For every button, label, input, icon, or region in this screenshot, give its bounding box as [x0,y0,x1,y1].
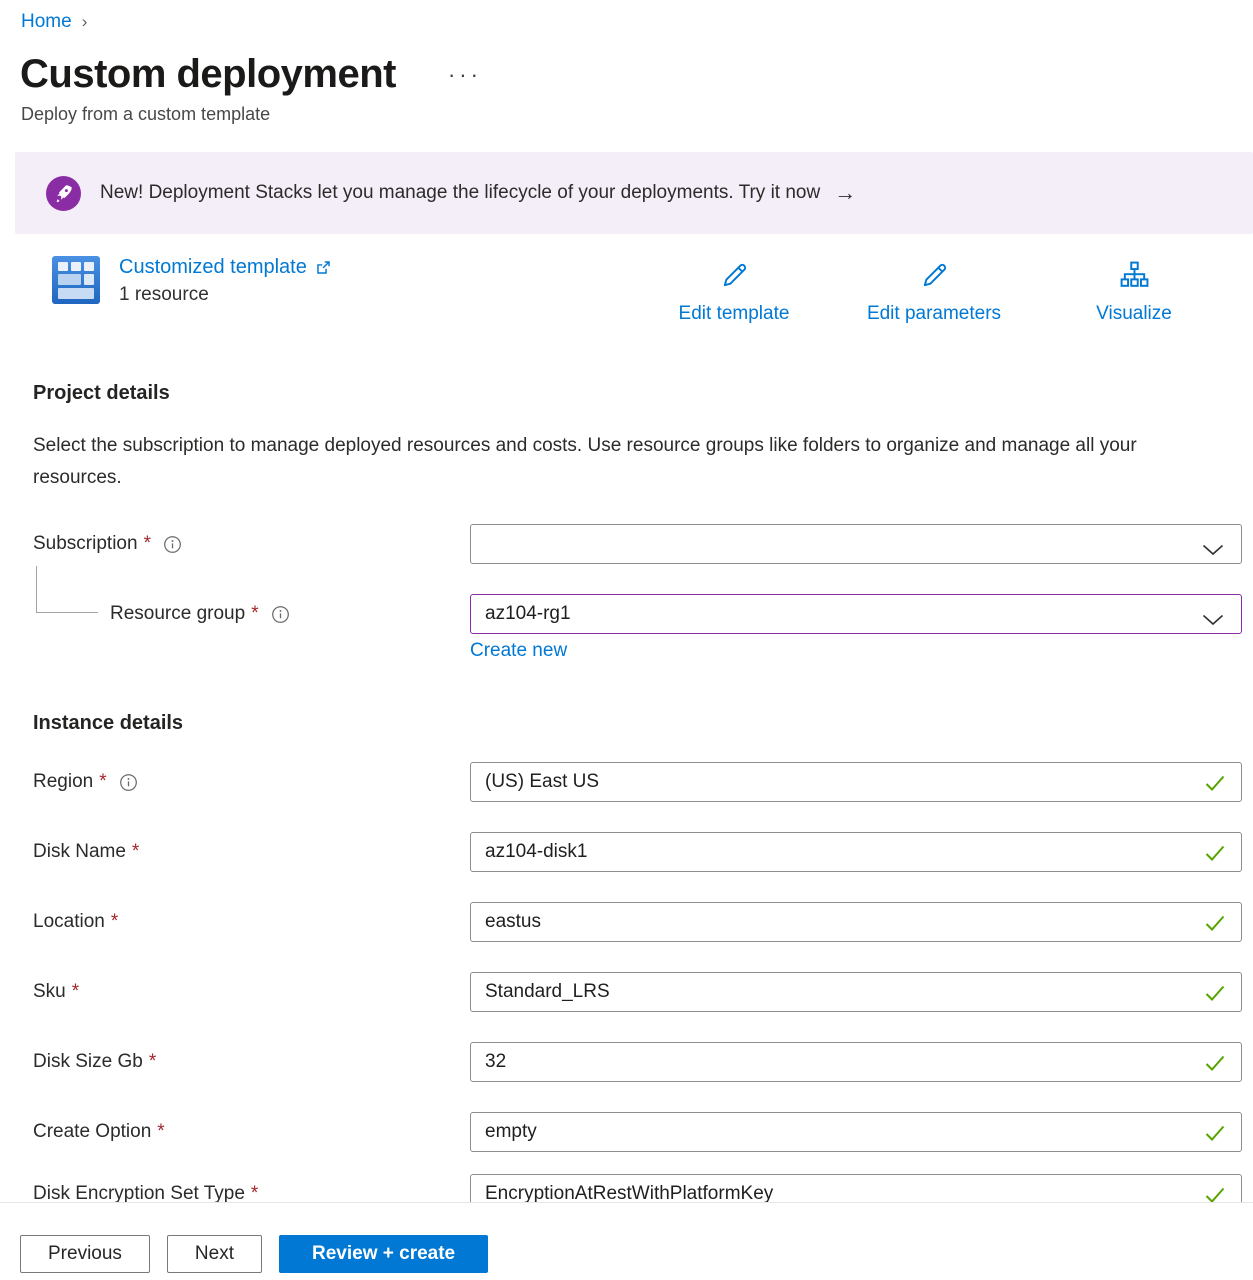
field-row-create-option: Create Option * empty [33,1112,1253,1152]
required-marker: * [99,771,106,793]
valid-check-icon [1205,775,1225,797]
required-marker: * [149,1051,156,1073]
resource-group-label: Resource group [110,603,245,625]
field-row-region: Region * (US) East US [33,762,1253,802]
hierarchy-connector-line [36,566,98,613]
arrow-right-icon: → [834,180,856,206]
wizard-footer: Previous Next Review + create [0,1202,1253,1280]
subscription-label: Subscription [33,533,138,555]
page-title: Custom deployment [20,52,396,97]
valid-check-icon [1205,985,1225,1007]
field-row-resource-group: Resource group * az104-rg1 [33,594,1253,634]
project-details-description: Select the subscription to manage deploy… [33,430,1183,494]
create-option-label: Create Option [33,1121,151,1143]
deployment-stacks-banner[interactable]: New! Deployment Stacks let you manage th… [15,152,1253,234]
location-input[interactable]: eastus [470,902,1242,942]
external-link-icon [315,259,332,276]
breadcrumb-home-link[interactable]: Home [21,11,72,33]
field-row-disk-name: Disk Name * az104-disk1 [33,832,1253,872]
valid-check-icon [1205,915,1225,937]
info-icon[interactable] [163,535,182,554]
required-marker: * [111,911,118,933]
valid-check-icon [1205,1125,1225,1147]
info-icon[interactable] [271,605,290,624]
chevron-down-icon [1202,540,1224,562]
field-row-subscription: Subscription * [33,524,1253,564]
required-marker: * [72,981,79,1003]
template-icon [52,256,100,304]
location-label: Location [33,911,105,933]
instance-details-heading: Instance details [33,712,1253,738]
pencil-icon [919,260,950,296]
edit-parameters-button[interactable]: Edit parameters [859,260,1009,325]
breadcrumb: Home › [0,0,1253,34]
field-row-location: Location * eastus [33,902,1253,942]
page-subtitle: Deploy from a custom template [21,104,1253,128]
template-resource-count: 1 resource [119,284,332,306]
subscription-dropdown[interactable] [470,524,1242,564]
info-icon[interactable] [119,773,138,792]
visualize-button[interactable]: Visualize [1059,260,1209,325]
review-create-button[interactable]: Review + create [279,1235,488,1273]
field-row-sku: Sku * Standard_LRS [33,972,1253,1012]
disk-size-gb-label: Disk Size Gb [33,1051,143,1073]
sku-label: Sku [33,981,66,1003]
disk-name-label: Disk Name [33,841,126,863]
pencil-icon [719,260,750,296]
disk-size-gb-input[interactable]: 32 [470,1042,1242,1082]
region-label: Region [33,771,93,793]
region-input[interactable]: (US) East US [470,762,1242,802]
banner-text[interactable]: New! Deployment Stacks let you manage th… [100,182,820,204]
chevron-down-icon [1202,610,1224,632]
create-option-input[interactable]: empty [470,1112,1242,1152]
project-details-heading: Project details [33,382,1253,408]
edit-template-button[interactable]: Edit template [659,260,809,325]
required-marker: * [157,1121,164,1143]
create-new-link[interactable]: Create new [470,640,567,666]
field-row-disk-size-gb: Disk Size Gb * 32 [33,1042,1253,1082]
more-options-button[interactable]: ··· [448,68,482,80]
customized-template-link[interactable]: Customized template [119,256,332,279]
disk-name-input[interactable]: az104-disk1 [470,832,1242,872]
valid-check-icon [1205,1055,1225,1077]
rocket-icon [46,176,81,211]
required-marker: * [251,603,258,625]
resource-group-dropdown[interactable]: az104-rg1 [470,594,1242,634]
valid-check-icon [1205,845,1225,867]
required-marker: * [144,533,151,555]
org-chart-icon [1119,260,1150,296]
sku-input[interactable]: Standard_LRS [470,972,1242,1012]
next-button[interactable]: Next [167,1235,262,1273]
previous-button[interactable]: Previous [20,1235,150,1273]
required-marker: * [132,841,139,863]
breadcrumb-chevron-icon: › [82,12,88,32]
